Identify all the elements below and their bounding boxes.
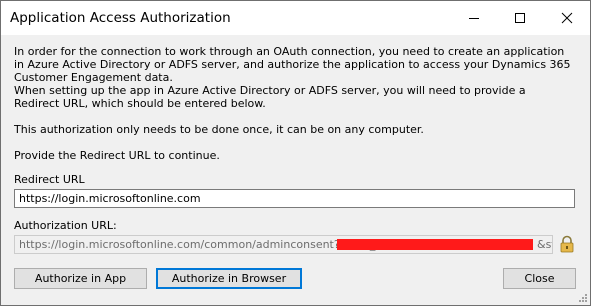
lock-icon — [560, 235, 574, 253]
maximize-button[interactable] — [497, 1, 543, 35]
authorize-in-browser-button[interactable]: Authorize in Browser — [156, 268, 302, 289]
authorization-url-field[interactable]: https://login.microsoftonline.com/common… — [14, 235, 553, 254]
close-icon — [561, 12, 573, 24]
resize-grip-icon[interactable] — [578, 293, 588, 303]
window-title: Application Access Authorization — [10, 10, 231, 26]
once-paragraph: This authorization only needs to be done… — [14, 123, 424, 136]
minimize-icon — [469, 18, 479, 19]
dialog-body: In order for the connection to work thro… — [1, 35, 590, 305]
redacted-client-id — [337, 239, 533, 250]
minimize-button[interactable] — [451, 1, 497, 35]
authorization-url-label: Authorization URL: — [14, 219, 117, 232]
authorization-url-tail: &st — [537, 238, 552, 251]
redirect-url-value: https://login.microsoftonline.com — [19, 192, 201, 205]
redirect-url-label: Redirect URL — [14, 173, 85, 186]
maximize-icon — [515, 13, 525, 23]
setup-paragraph: When setting up the app in Azure Active … — [14, 84, 526, 110]
authorize-in-app-button[interactable]: Authorize in App — [14, 268, 147, 289]
close-window-button[interactable] — [544, 1, 590, 35]
close-button[interactable]: Close — [503, 268, 576, 289]
instruction-paragraph: Provide the Redirect URL to continue. — [14, 149, 220, 162]
title-bar: Application Access Authorization — [1, 1, 590, 35]
intro-paragraph: In order for the connection to work thro… — [14, 45, 571, 84]
authorization-dialog: Application Access Authorization In orde… — [0, 0, 591, 306]
redirect-url-input[interactable]: https://login.microsoftonline.com — [14, 189, 575, 208]
